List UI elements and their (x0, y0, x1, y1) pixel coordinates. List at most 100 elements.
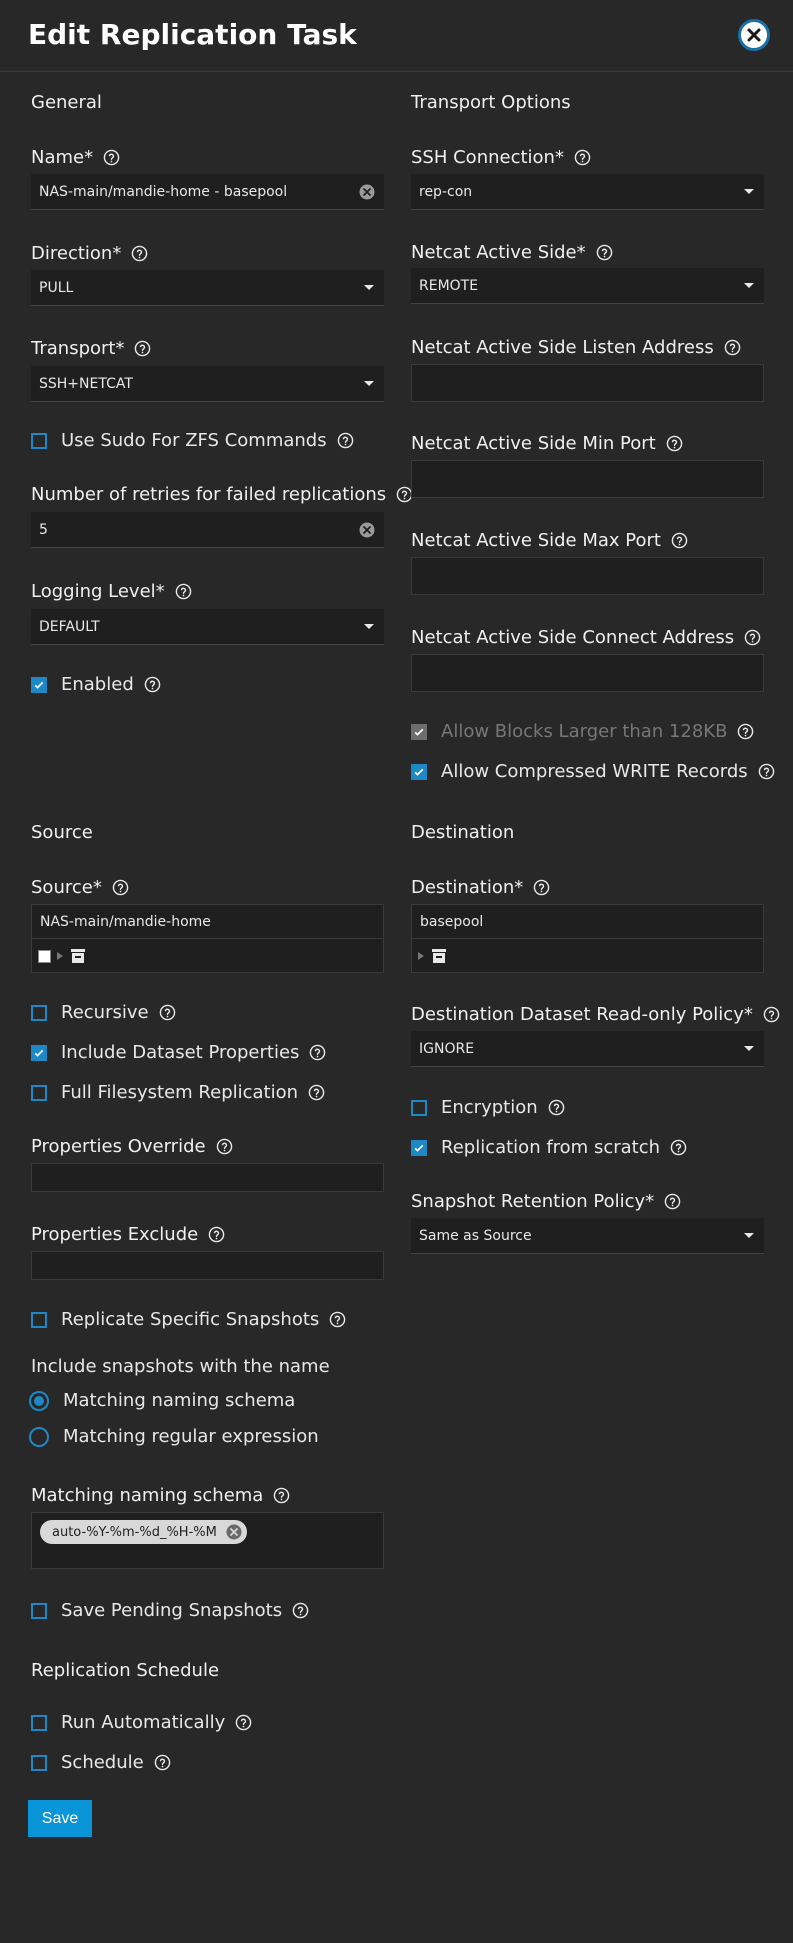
help-icon[interactable] (175, 583, 192, 600)
checkbox[interactable] (31, 1004, 47, 1021)
props-exclude-input[interactable] (31, 1251, 384, 1280)
section-transport-options: Transport Options (411, 92, 571, 113)
checkbox[interactable] (31, 1754, 47, 1771)
large-blocks-checkbox[interactable]: Allow Blocks Larger than 128KB (411, 721, 754, 742)
help-icon[interactable] (671, 532, 688, 549)
listen-address-input[interactable] (411, 364, 764, 402)
help-icon[interactable] (292, 1602, 309, 1619)
help-icon[interactable] (744, 629, 761, 646)
retention-policy-select[interactable]: Same as Source (411, 1218, 764, 1254)
netcat-side-label: Netcat Active Side* (411, 242, 613, 263)
encryption-checkbox[interactable]: Encryption (411, 1097, 565, 1118)
props-override-input[interactable] (31, 1163, 384, 1192)
help-icon[interactable] (103, 149, 120, 166)
help-icon[interactable] (235, 1714, 252, 1731)
max-port-input[interactable] (411, 557, 764, 595)
checkbox[interactable] (31, 1714, 47, 1731)
help-icon[interactable] (216, 1138, 233, 1155)
schedule-checkbox[interactable]: Schedule (31, 1752, 171, 1773)
help-icon[interactable] (131, 245, 148, 262)
include-props-checkbox[interactable]: Include Dataset Properties (31, 1042, 326, 1063)
recursive-checkbox[interactable]: Recursive (31, 1002, 176, 1023)
checkbox[interactable] (31, 676, 47, 693)
netcat-side-select[interactable]: REMOTE (411, 268, 764, 304)
use-sudo-checkbox[interactable]: Use Sudo For ZFS Commands (31, 430, 354, 451)
help-icon[interactable] (273, 1487, 290, 1504)
enabled-checkbox[interactable]: Enabled (31, 674, 161, 695)
checkbox[interactable] (411, 763, 427, 780)
connect-address-input[interactable] (411, 654, 764, 692)
save-pending-checkbox[interactable]: Save Pending Snapshots (31, 1600, 309, 1621)
help-icon[interactable] (664, 1193, 681, 1210)
help-icon[interactable] (154, 1754, 171, 1771)
checkbox[interactable] (411, 1099, 427, 1116)
checkbox[interactable] (31, 1311, 47, 1328)
checkbox[interactable] (31, 1044, 47, 1061)
replicate-specific-checkbox[interactable]: Replicate Specific Snapshots (31, 1309, 346, 1330)
destination-path-input[interactable]: basepool (412, 905, 763, 939)
help-icon[interactable] (574, 149, 591, 166)
page-title: Edit Replication Task (28, 18, 357, 51)
ssh-connection-select[interactable]: rep-con (411, 174, 764, 210)
chevron-down-icon (744, 1233, 754, 1238)
radio-naming-schema[interactable]: Matching naming schema (29, 1390, 295, 1411)
chevron-down-icon (364, 381, 374, 386)
props-exclude-label: Properties Exclude (31, 1224, 225, 1245)
min-port-input[interactable] (411, 460, 764, 498)
help-icon[interactable] (309, 1044, 326, 1061)
save-button[interactable]: Save (28, 1800, 92, 1837)
listen-address-label: Netcat Active Side Listen Address (411, 337, 741, 358)
compressed-write-checkbox[interactable]: Allow Compressed WRITE Records (411, 761, 775, 782)
section-source: Source (31, 822, 93, 843)
help-icon[interactable] (112, 879, 129, 896)
source-explorer[interactable]: NAS-main/mandie-home (31, 904, 384, 973)
close-button[interactable] (738, 19, 770, 51)
radio[interactable] (29, 1426, 49, 1447)
help-icon[interactable] (548, 1099, 565, 1116)
help-icon[interactable] (337, 432, 354, 449)
clear-icon[interactable] (358, 183, 376, 201)
help-icon[interactable] (134, 340, 151, 357)
expand-arrow-icon[interactable] (57, 952, 63, 960)
radio-regular-expression[interactable]: Matching regular expression (29, 1426, 319, 1447)
help-icon[interactable] (758, 763, 775, 780)
checkbox[interactable] (31, 432, 47, 449)
help-icon[interactable] (666, 435, 683, 452)
help-icon[interactable] (724, 339, 741, 356)
help-icon[interactable] (208, 1226, 225, 1243)
help-icon[interactable] (763, 1006, 780, 1023)
help-icon[interactable] (308, 1084, 325, 1101)
from-scratch-checkbox[interactable]: Replication from scratch (411, 1137, 687, 1158)
checkbox[interactable] (411, 723, 427, 740)
source-path-input[interactable]: NAS-main/mandie-home (32, 905, 383, 939)
transport-select[interactable]: SSH+NETCAT (31, 366, 384, 402)
full-fs-checkbox[interactable]: Full Filesystem Replication (31, 1082, 325, 1103)
readonly-policy-select[interactable]: IGNORE (411, 1031, 764, 1067)
dialog-header: Edit Replication Task (0, 0, 793, 72)
destination-explorer[interactable]: basepool (411, 904, 764, 973)
retries-field[interactable]: 5 (31, 512, 384, 548)
help-icon[interactable] (737, 723, 754, 740)
source-label: Source* (31, 877, 129, 898)
destination-tree (412, 939, 763, 973)
tree-node-checkbox[interactable] (38, 949, 51, 963)
checkbox[interactable] (31, 1084, 47, 1101)
direction-select[interactable]: PULL (31, 270, 384, 306)
expand-arrow-icon[interactable] (418, 952, 424, 960)
help-icon[interactable] (670, 1139, 687, 1156)
checkbox[interactable] (411, 1139, 427, 1156)
help-icon[interactable] (329, 1311, 346, 1328)
help-icon[interactable] (533, 879, 550, 896)
clear-icon[interactable] (358, 521, 376, 539)
name-field[interactable]: NAS-main/mandie-home - basepool (31, 174, 384, 210)
remove-chip-icon[interactable] (225, 1523, 243, 1541)
checkbox[interactable] (31, 1602, 47, 1619)
logging-select[interactable]: DEFAULT (31, 609, 384, 645)
run-automatically-checkbox[interactable]: Run Automatically (31, 1712, 252, 1733)
radio[interactable] (29, 1390, 49, 1411)
naming-schema-chip: auto-%Y-%m-%d_%H-%M (40, 1520, 247, 1544)
help-icon[interactable] (159, 1004, 176, 1021)
help-icon[interactable] (596, 244, 613, 261)
naming-schema-chips-input[interactable]: auto-%Y-%m-%d_%H-%M (31, 1512, 384, 1569)
help-icon[interactable] (144, 676, 161, 693)
